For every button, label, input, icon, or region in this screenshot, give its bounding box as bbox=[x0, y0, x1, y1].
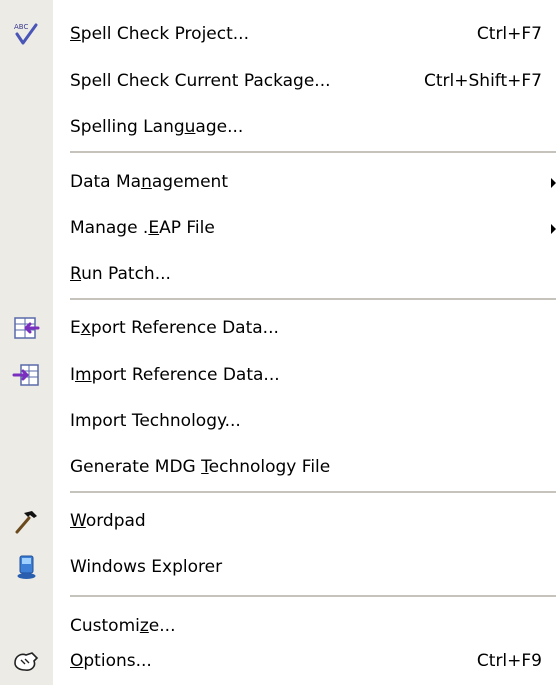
menu-item-spell-check-current-package[interactable]: Spell Check Current Package... Ctrl+Shif… bbox=[0, 58, 556, 105]
spell-check-icon: ABC bbox=[12, 20, 40, 48]
menu-item-label: Spell Check Current Package... bbox=[70, 71, 331, 91]
menu-item-label: Spell Check Project... bbox=[70, 24, 249, 44]
menu-item-label: Windows Explorer bbox=[70, 557, 223, 577]
menu-item-spelling-language[interactable]: Spelling Language... bbox=[0, 104, 556, 151]
shortcut-label: Ctrl+F9 bbox=[476, 651, 542, 671]
svg-text:ABC: ABC bbox=[14, 23, 28, 31]
menu-item-label: Data Management bbox=[70, 172, 229, 192]
export-data-icon bbox=[12, 314, 40, 342]
menu-separator bbox=[70, 491, 556, 493]
options-icon bbox=[12, 647, 40, 675]
menu-item-manage-eap-file[interactable]: Manage .EAP File bbox=[0, 205, 556, 252]
menu-separator bbox=[70, 151, 556, 153]
submenu-arrow-icon bbox=[551, 178, 556, 188]
menu-separator bbox=[70, 298, 556, 300]
menu-item-options[interactable]: Options... Ctrl+F9 bbox=[0, 638, 556, 685]
hammer-icon bbox=[12, 507, 40, 535]
menu-item-label: Run Patch... bbox=[70, 264, 171, 284]
menu-item-import-technology[interactable]: Import Technology... bbox=[0, 398, 556, 445]
tools-menu: ABC Spell Check Project... Ctrl+F7 Spell… bbox=[0, 0, 556, 685]
windows-explorer-icon bbox=[12, 553, 40, 581]
menu-item-export-reference-data[interactable]: Export Reference Data... bbox=[0, 305, 556, 352]
menu-item-label: Wordpad bbox=[70, 511, 146, 531]
menu-item-label: Options... bbox=[70, 651, 152, 671]
menu-item-label: Export Reference Data... bbox=[70, 318, 279, 338]
menu-item-generate-mdg-technology-file[interactable]: Generate MDG Technology File bbox=[0, 444, 556, 491]
shortcut-label: Ctrl+Shift+F7 bbox=[424, 71, 542, 91]
menu-item-windows-explorer[interactable]: Windows Explorer bbox=[0, 544, 556, 591]
menu-item-label: Manage .EAP File bbox=[70, 218, 215, 238]
menu-item-label: Import Reference Data... bbox=[70, 365, 280, 385]
menu-item-data-management[interactable]: Data Management bbox=[0, 159, 556, 206]
menu-item-label: Generate MDG Technology File bbox=[70, 457, 331, 477]
menu-item-import-reference-data[interactable]: Import Reference Data... bbox=[0, 352, 556, 399]
menu-item-label: Spelling Language... bbox=[70, 117, 244, 137]
menu-item-run-patch[interactable]: Run Patch... bbox=[0, 251, 556, 298]
import-data-icon bbox=[12, 361, 40, 389]
submenu-arrow-icon bbox=[551, 224, 556, 234]
menu-item-spell-check-project[interactable]: ABC Spell Check Project... Ctrl+F7 bbox=[0, 11, 556, 58]
menu-item-wordpad[interactable]: Wordpad bbox=[0, 498, 556, 545]
menu-separator bbox=[70, 595, 556, 597]
shortcut-label: Ctrl+F7 bbox=[476, 24, 542, 44]
menu-item-label: Import Technology... bbox=[70, 411, 241, 431]
